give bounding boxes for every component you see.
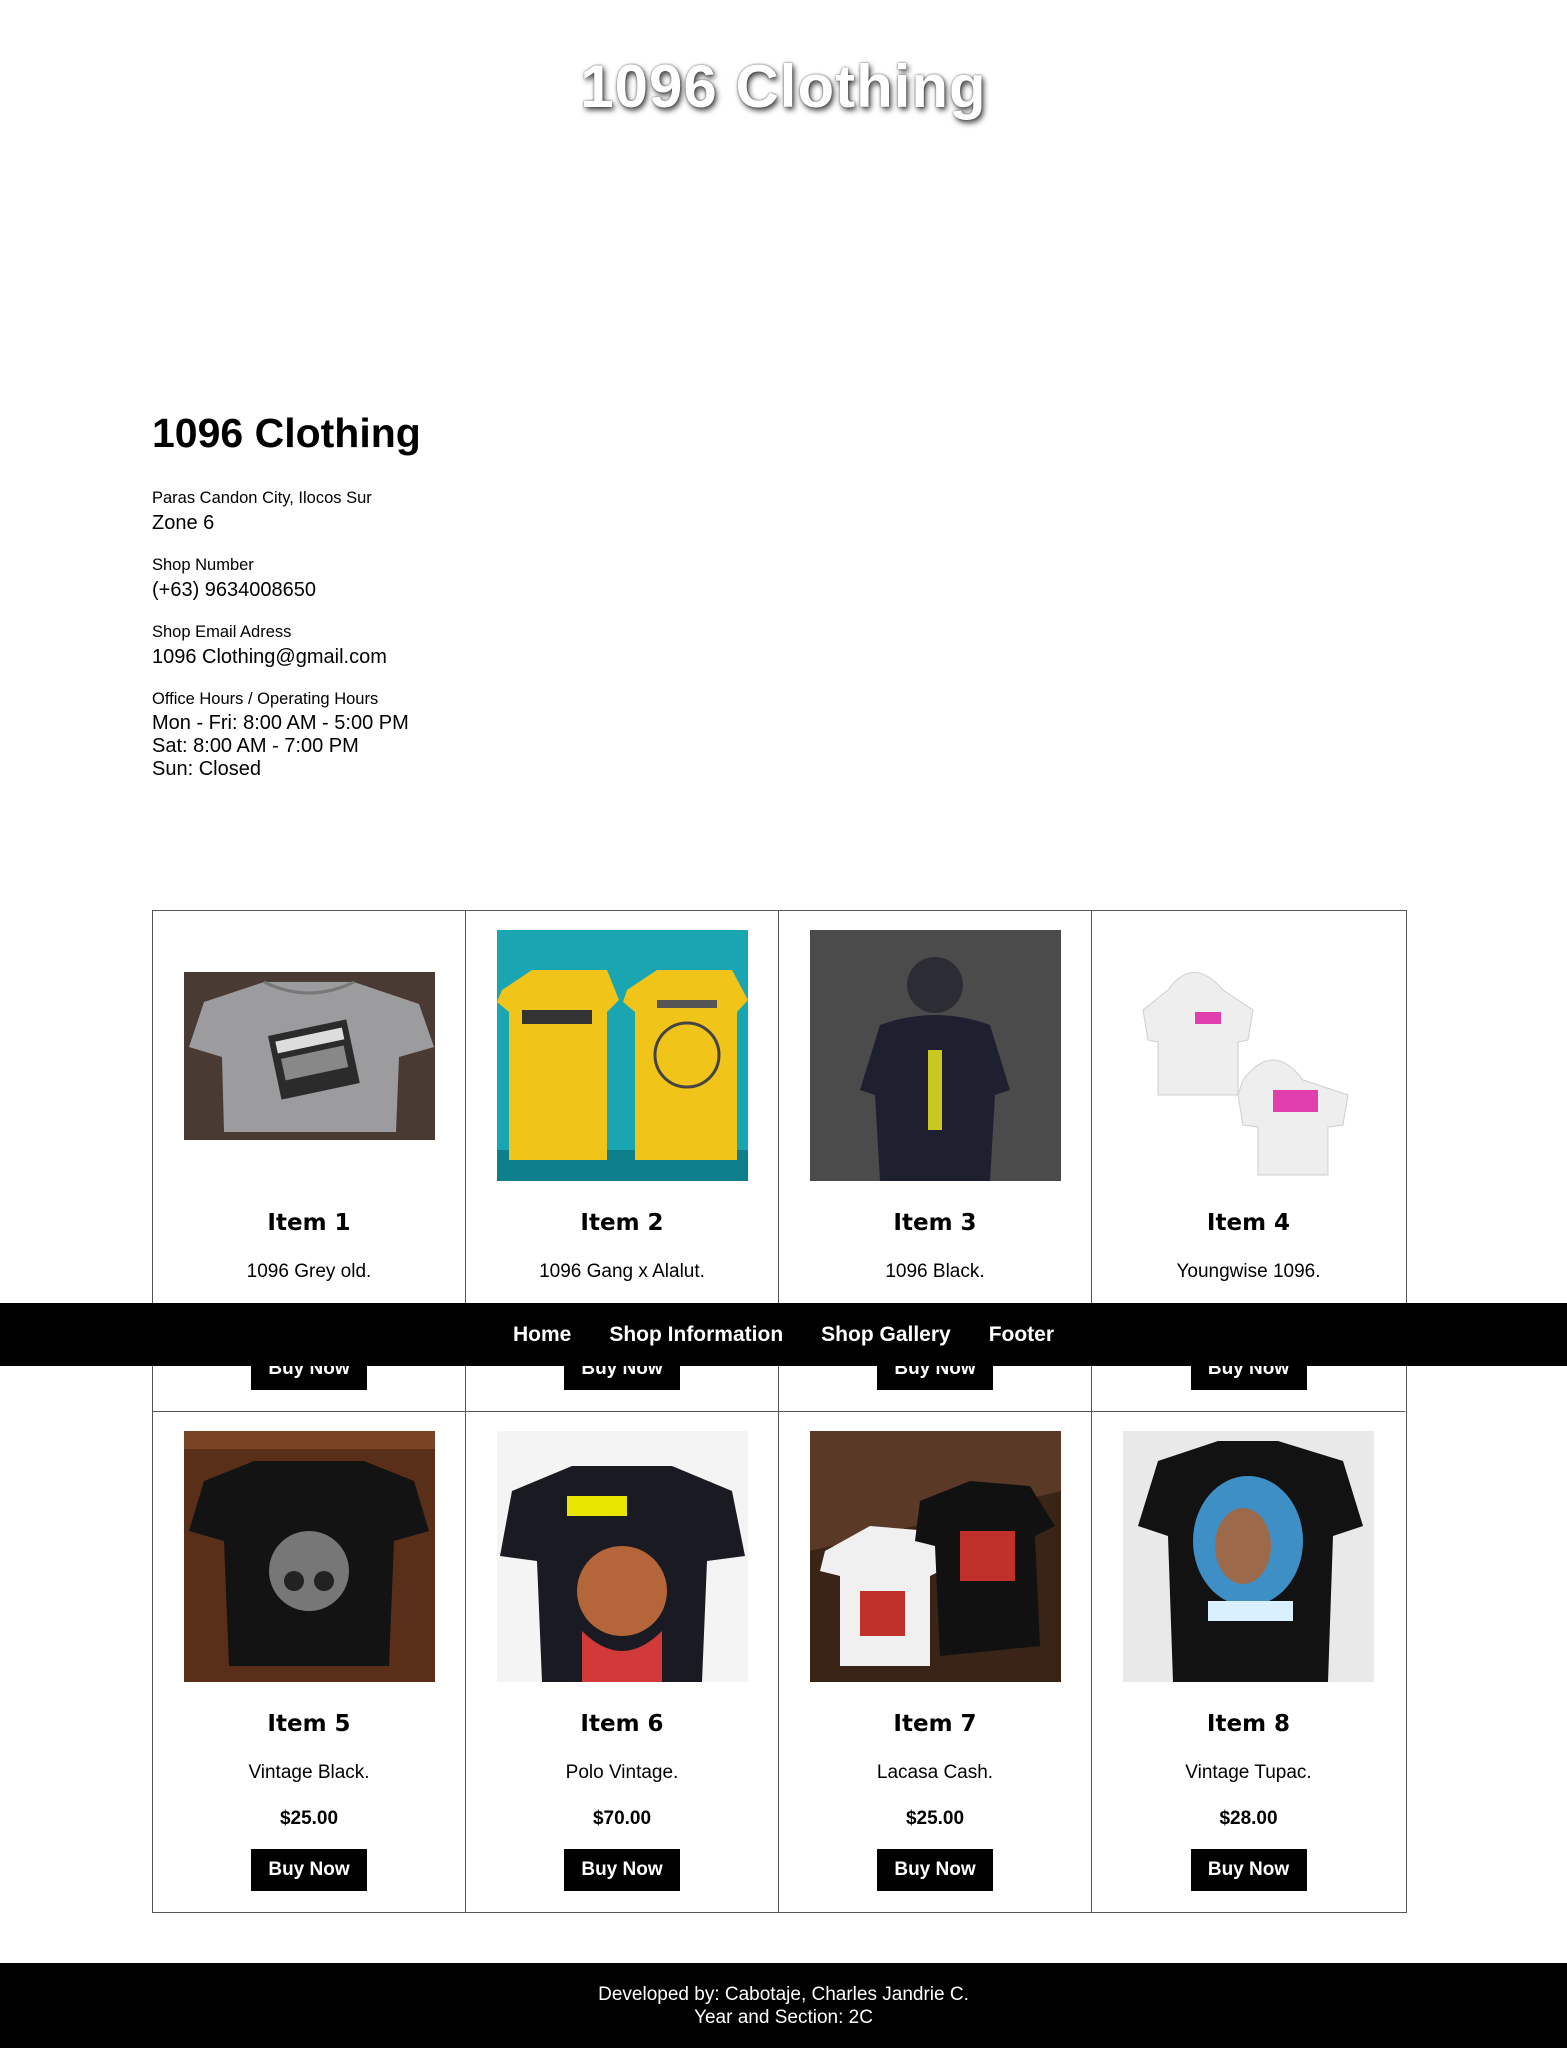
product-image-8 (1123, 1431, 1374, 1682)
product-card-7: Item 7 Lacasa Cash. $25.00 Buy Now (779, 1412, 1092, 1913)
product-image-6 (497, 1431, 748, 1682)
main-navbar: Home Shop Information Shop Gallery Foote… (0, 1303, 1567, 1366)
product-name-7: Item 7 (893, 1711, 977, 1737)
product-name-5: Item 5 (267, 1711, 351, 1737)
buy-now-button-7[interactable]: Buy Now (877, 1849, 993, 1891)
address-label: Paras Candon City, Ilocos Sur (152, 489, 372, 507)
product-card-8: Item 8 Vintage Tupac. $28.00 Buy Now (1092, 1412, 1405, 1913)
product-desc-6: Polo Vintage. (565, 1762, 679, 1783)
product-name-1: Item 1 (267, 1210, 351, 1236)
site-title: 1096 Clothing (580, 53, 987, 120)
product-name-4: Item 4 (1206, 1210, 1291, 1236)
product-name-6: Item 6 (580, 1711, 664, 1737)
product-image-1 (184, 930, 435, 1181)
nav-home[interactable]: Home (513, 1323, 571, 1347)
hours-label: Office Hours / Operating Hours (152, 690, 379, 708)
footer-developer: Developed by: Cabotaje, Charles Jandrie … (598, 1984, 969, 2005)
nav-footer[interactable]: Footer (989, 1323, 1054, 1347)
address-value: Zone 6 (152, 512, 215, 534)
buy-now-button-5[interactable]: Buy Now (251, 1849, 367, 1891)
product-name-2: Item 2 (580, 1210, 664, 1236)
product-image-7 (810, 1431, 1061, 1682)
product-name-8: Item 8 (1206, 1711, 1291, 1737)
footer-year-section: Year and Section: 2C (694, 2007, 873, 2028)
product-image-5 (184, 1431, 435, 1682)
buy-now-button-6[interactable]: Buy Now (564, 1849, 680, 1891)
product-image-2 (497, 930, 748, 1181)
product-card-6: Item 6 Polo Vintage. $70.00 Buy Now (466, 1412, 779, 1913)
product-card-5: Item 5 Vintage Black. $25.00 Buy Now (153, 1412, 466, 1913)
product-image-3 (810, 930, 1061, 1181)
product-desc-3: 1096 Black. (885, 1261, 985, 1282)
shop-name: 1096 Clothing (152, 410, 421, 456)
product-price-5: $25.00 (279, 1808, 339, 1829)
shop-number-value: (+63) 9634008650 (152, 579, 317, 601)
product-name-3: Item 3 (893, 1210, 977, 1236)
product-price-6: $70.00 (592, 1808, 652, 1829)
nav-shop-gallery[interactable]: Shop Gallery (821, 1323, 951, 1347)
hours-sunday: Sun: Closed (152, 758, 261, 780)
product-desc-4: Youngwise 1096. (1176, 1261, 1321, 1282)
product-desc-8: Vintage Tupac. (1185, 1762, 1312, 1783)
product-price-7: $25.00 (905, 1808, 965, 1829)
shop-email-value: 1096 Clothing@gmail.com (152, 646, 387, 668)
hours-saturday: Sat: 8:00 AM - 7:00 PM (152, 735, 359, 757)
product-price-8: $28.00 (1219, 1808, 1278, 1829)
buy-now-button-8[interactable]: Buy Now (1190, 1849, 1307, 1891)
hours-weekday: Mon - Fri: 8:00 AM - 5:00 PM (152, 712, 409, 734)
product-desc-7: Lacasa Cash. (876, 1762, 994, 1783)
hours-list: Mon - Fri: 8:00 AM - 5:00 PM Sat: 8:00 A… (152, 712, 752, 781)
shop-information: 1096 Clothing Paras Candon City, Ilocos … (152, 410, 752, 800)
product-image-4 (1123, 930, 1374, 1181)
product-desc-1: 1096 Grey old. (246, 1261, 372, 1282)
product-desc-5: Vintage Black. (248, 1762, 370, 1783)
shop-gallery: Item 1 1096 Grey old. Buy Now Item 2 109… (152, 910, 1407, 1913)
page-footer: Developed by: Cabotaje, Charles Jandrie … (0, 1963, 1567, 2048)
shop-number-label: Shop Number (152, 556, 254, 574)
nav-shop-information[interactable]: Shop Information (609, 1323, 783, 1347)
shop-email-label: Shop Email Adress (152, 623, 292, 641)
product-desc-2: 1096 Gang x Alalut. (539, 1261, 705, 1282)
